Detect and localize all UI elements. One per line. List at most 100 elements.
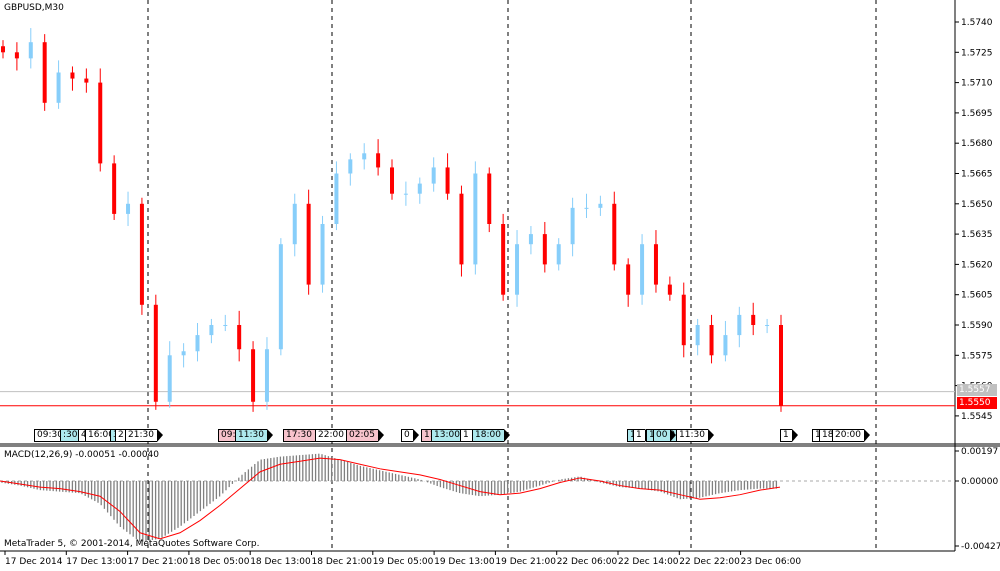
chart-canvas[interactable]: 1.5740 1.5725 1.5710 1.5695 1.5680 1.5665 1.56…: [0, 0, 1000, 571]
candle-body: [28, 42, 33, 59]
copyright: MetaTrader 5, © 2001-2014, MetaQuotes So…: [4, 539, 260, 549]
candle-body: [681, 294, 686, 346]
candle-body: [209, 325, 214, 336]
time-tick-label: 22 Dec 14:00: [618, 557, 679, 567]
candle-body: [584, 207, 589, 209]
candle-body: [84, 78, 89, 83]
bid-price-label: 1.5550: [957, 397, 997, 409]
event-marker[interactable]: 1: [780, 429, 798, 442]
candle-body: [487, 173, 492, 224]
candle-body: [181, 351, 186, 356]
event-marker[interactable]: 17:30: [283, 429, 321, 442]
time-tick-label: 18 Dec 05:00: [189, 557, 250, 567]
candle-body: [42, 42, 47, 103]
candle-body: [167, 355, 172, 402]
candle-body: [98, 82, 103, 164]
candle-body: [528, 234, 533, 245]
candle-body: [153, 304, 158, 402]
candle-body: [334, 173, 339, 224]
time-tick-label: 22 Dec 06:00: [557, 557, 618, 567]
candle-body: [264, 349, 269, 402]
candle-body: [70, 72, 75, 79]
candle-body: [751, 314, 756, 325]
candle-body: [598, 203, 603, 208]
time-tick-label: 18 Dec 13:00: [250, 557, 311, 567]
event-marker[interactable]: 00: [653, 429, 678, 442]
time-tick-label: 17 Dec 21:00: [128, 557, 189, 567]
candle-body: [306, 203, 311, 285]
event-marker[interactable]: 18:00: [472, 429, 510, 442]
ask-price-label: 1.5557: [957, 384, 997, 396]
chart-window[interactable]: 1.5740 1.5725 1.5710 1.5695 1.5680 1.5665 1.56…: [0, 0, 1000, 571]
time-tick-label: 17 Dec 2014: [5, 557, 63, 567]
candle-body: [223, 325, 228, 326]
time-tick-label: 19 Dec 21:00: [495, 557, 556, 567]
macd-tick-label: -0.00427: [961, 542, 1000, 552]
candle-body: [501, 224, 506, 295]
candle-body: [403, 193, 408, 195]
event-marker[interactable]: 1: [460, 429, 478, 442]
price-tick-label: 1.5740: [961, 18, 993, 28]
price-tick-label: 1.5710: [961, 79, 993, 89]
candle-body: [278, 244, 283, 350]
event-marker[interactable]: 0: [401, 429, 419, 442]
candle-body: [612, 203, 617, 265]
candle-body: [695, 325, 700, 346]
candle-body: [556, 244, 561, 265]
event-marker[interactable]: 21:30: [125, 429, 163, 442]
candle-body: [348, 159, 353, 174]
event-marker[interactable]: 11:30: [676, 429, 714, 442]
price-tick-label: 1.5680: [961, 139, 993, 149]
price-tick-label: 1.5635: [961, 230, 993, 240]
time-tick-label: 19 Dec 13:00: [434, 557, 495, 567]
price-tick-label: 1.5620: [961, 260, 993, 270]
candle-body: [570, 207, 575, 245]
price-tick-label: 1.5545: [961, 412, 993, 422]
candle-body: [473, 173, 478, 265]
time-tick-label: 19 Dec 05:00: [373, 557, 434, 567]
event-marker[interactable]: 22:00: [315, 429, 353, 442]
candle-body: [459, 193, 464, 265]
candle-body: [723, 335, 728, 356]
candle-body: [56, 72, 61, 103]
candle-body: [709, 325, 714, 356]
time-tick-label: 18 Dec 21:00: [312, 557, 373, 567]
candle-body: [376, 153, 381, 168]
candle-body: [112, 163, 117, 214]
price-tick-label: 1.5590: [961, 321, 993, 331]
event-marker[interactable]: 20:00: [832, 429, 870, 442]
candle-body: [14, 52, 19, 59]
price-tick-label: 1.5665: [961, 170, 993, 180]
candle-body: [417, 183, 422, 194]
candle-body: [390, 167, 394, 194]
candle-body: [320, 224, 325, 285]
candle-body: [292, 203, 297, 245]
candle-body: [626, 264, 631, 295]
event-marker[interactable]: 13:00: [431, 429, 469, 442]
candle-body: [653, 244, 658, 285]
time-tick-label: 23 Dec 06:00: [741, 557, 802, 567]
price-tick-label: 1.5575: [961, 351, 993, 361]
candle-body: [542, 234, 547, 265]
macd-title: MACD(12,26,9) -0.00051 -0.00040: [4, 450, 160, 460]
price-tick-label: 1.5695: [961, 109, 993, 119]
candle-body: [237, 325, 242, 350]
candle-body: [195, 335, 200, 352]
candle-body: [1, 46, 5, 53]
candle-body: [765, 325, 770, 326]
candle-body: [126, 203, 131, 214]
candle-body: [667, 284, 672, 295]
event-marker[interactable]: 02:05: [346, 429, 384, 442]
macd-tick-label: 0.00000: [961, 477, 998, 487]
macd-tick-label: 0.00197: [961, 447, 998, 457]
candle-body: [431, 167, 436, 184]
event-marker[interactable]: 11:30: [235, 429, 273, 442]
time-tick-label: 17 Dec 13:00: [66, 557, 127, 567]
price-tick-label: 1.5605: [961, 291, 993, 301]
price-tick-label: 1.5725: [961, 48, 993, 58]
event-marker[interactable]: 1: [633, 429, 651, 442]
candle-body: [251, 349, 256, 402]
time-tick-label: 22 Dec 22:00: [679, 557, 740, 567]
candle-body: [515, 244, 520, 295]
candle-body: [640, 244, 645, 295]
